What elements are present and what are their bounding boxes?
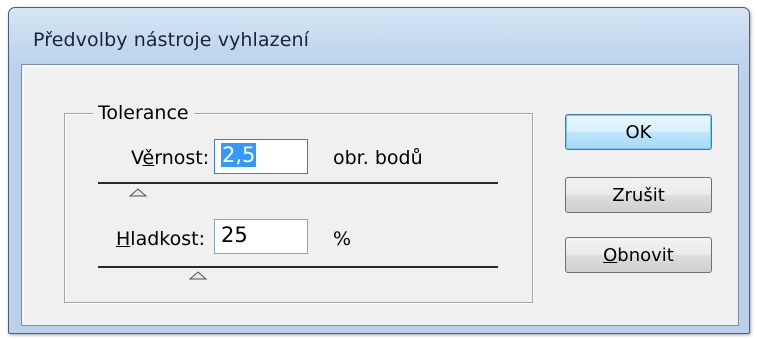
dialog-title: Předvolby nástroje vyhlazení — [33, 29, 310, 51]
fidelity-label: Věrnost: — [131, 147, 209, 169]
tolerance-groupbox: Tolerance Věrnost: 2,5 obr. bodů Hladkos… — [64, 102, 533, 303]
smoothness-label: Hladkost: — [116, 228, 205, 250]
smoothness-input[interactable]: 25 — [214, 219, 308, 254]
fidelity-label-mnemonic: ě — [142, 147, 155, 169]
reset-button[interactable]: Obnovit — [565, 237, 712, 273]
dialog-client-area: Tolerance Věrnost: 2,5 obr. bodů Hladkos… — [21, 64, 739, 326]
cancel-button[interactable]: Zrušit — [565, 177, 712, 213]
fidelity-slider-thumb[interactable] — [129, 188, 147, 197]
reset-button-label: bnovit — [617, 244, 674, 266]
smoothness-slider-track[interactable] — [98, 266, 498, 268]
fidelity-label-pre: V — [131, 147, 143, 169]
fidelity-value: 2,5 — [221, 143, 257, 167]
title-bar[interactable]: Předvolby nástroje vyhlazení — [9, 8, 749, 62]
smoothness-label-mnemonic: H — [116, 228, 131, 250]
smoothness-unit: % — [333, 228, 352, 250]
tolerance-group-label: Tolerance — [93, 102, 194, 124]
smoothness-label-post: ladkost: — [130, 228, 205, 250]
reset-button-mnemonic: O — [603, 244, 618, 266]
fidelity-slider-track[interactable] — [98, 182, 498, 184]
dialog-window: Předvolby nástroje vyhlazení Tolerance V… — [8, 7, 750, 334]
smoothness-slider-thumb[interactable] — [189, 271, 207, 280]
ok-button[interactable]: OK — [565, 114, 712, 150]
fidelity-label-post: rnost: — [154, 147, 210, 169]
fidelity-unit: obr. bodů — [333, 147, 423, 169]
fidelity-input[interactable]: 2,5 — [214, 139, 308, 174]
